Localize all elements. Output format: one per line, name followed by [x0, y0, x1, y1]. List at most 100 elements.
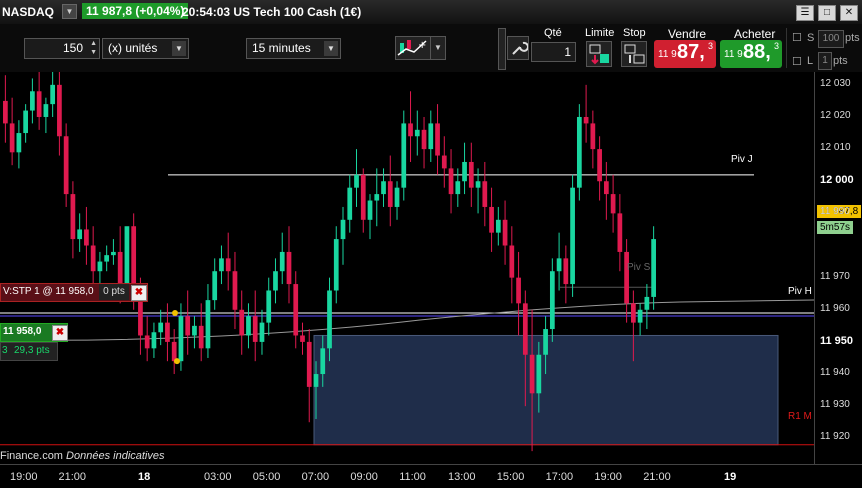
order-marker: [172, 309, 178, 316]
s-input[interactable]: 100: [818, 30, 844, 48]
candle-body: [610, 194, 616, 214]
candle-body: [225, 258, 231, 272]
candle-body: [583, 116, 589, 124]
position-line[interactable]: 11 958,0 ✖: [0, 323, 68, 342]
sell-label: Vendre: [668, 27, 707, 41]
candle-body: [603, 181, 609, 195]
quantity-stepper[interactable]: 150 ▲ ▼: [24, 38, 100, 59]
position-price: 11 958,0: [3, 326, 42, 337]
time-axis[interactable]: 19:00 21:00 18 03:00 05:00 07:00 09:00 11:00 13:…: [0, 464, 862, 488]
s-value: 100: [822, 33, 840, 44]
candle-body: [576, 116, 582, 188]
x-tick-label: 05:00: [252, 471, 281, 483]
candle-body: [111, 251, 116, 256]
position-info: 3 29,3 pts: [0, 342, 58, 361]
price-chart[interactable]: Piv J Piv H R1 M Piv S V:STP 1 @ 11 958,…: [0, 72, 815, 464]
x-tick-label: 15:00: [496, 471, 525, 483]
candle-body: [468, 161, 474, 188]
stop-order-line[interactable]: V:STP 1 @ 11 958,0 0 pts ✖: [0, 283, 148, 302]
candle-body: [489, 206, 494, 233]
svg-text:+: +: [418, 40, 426, 51]
candle-body: [104, 255, 110, 262]
symbol-name: NASDAQ: [2, 5, 55, 19]
timeframe-select[interactable]: 15 minutes ▼: [246, 38, 341, 59]
candle-body: [232, 271, 238, 310]
candle-body: [502, 219, 508, 246]
candle-body: [475, 181, 481, 188]
candle-body: [158, 322, 164, 333]
unit-select[interactable]: (x) unités ▼: [102, 38, 189, 59]
maximize-icon[interactable]: □: [818, 5, 836, 21]
menu-icon[interactable]: ☰: [796, 5, 814, 21]
limit-button[interactable]: [586, 41, 612, 67]
candle-body: [536, 354, 542, 394]
buy-price-suffix: 3: [774, 41, 780, 51]
candle-body: [293, 284, 299, 336]
buy-price-main: 88,: [743, 41, 771, 63]
candle-body: [441, 155, 447, 169]
indicators-dropdown-icon[interactable]: ▼: [430, 36, 446, 60]
x-tick-label: 19:00: [10, 471, 38, 483]
candle-body: [563, 258, 569, 285]
x-tick-label: 07:00: [301, 471, 330, 483]
symbol-menu-icon[interactable]: ▼: [62, 4, 77, 19]
qty-input[interactable]: 1: [531, 42, 576, 62]
candle-body: [313, 374, 319, 387]
y-tick-label: 11 950: [820, 334, 854, 347]
separator: [786, 28, 787, 68]
indicators-button[interactable]: +: [395, 36, 431, 60]
sell-button[interactable]: 11 9 87, 3: [654, 40, 716, 68]
l-input[interactable]: 1: [818, 52, 832, 70]
candle-body: [286, 251, 292, 285]
candle-body: [239, 309, 245, 336]
l-checkbox[interactable]: ☐: [792, 55, 802, 68]
l-value: 1: [822, 55, 828, 66]
candle-body: [556, 258, 562, 272]
candle-body: [43, 104, 49, 117]
candle-body: [516, 277, 521, 304]
candle-body: [462, 161, 467, 182]
candle-body: [16, 133, 22, 153]
settings-button[interactable]: [507, 36, 529, 60]
l-unit: pts: [833, 55, 848, 67]
price-change-badge: 11 987,8 (+0,04%): [82, 3, 189, 19]
candle-body: [522, 303, 528, 355]
candle-body: [381, 181, 386, 195]
footer-source: Finance.com: [0, 450, 63, 462]
y-tick-label: 12 000: [820, 174, 854, 187]
close-icon[interactable]: ✕: [840, 5, 858, 21]
pivot-j-label: Piv J: [731, 154, 753, 165]
candle-body: [246, 316, 251, 336]
candle-body: [340, 219, 346, 240]
candlestick-chart: [0, 72, 815, 452]
candle-body: [171, 341, 177, 362]
stop-button[interactable]: [621, 41, 647, 67]
candle-body: [300, 335, 305, 342]
x-tick-label: 19: [724, 471, 737, 483]
stop-order-label: V:STP 1 @ 11 958,0: [3, 286, 94, 297]
candle-body: [651, 239, 656, 297]
candle-body: [117, 251, 123, 285]
cancel-order-icon[interactable]: ✖: [131, 285, 147, 301]
candle-body: [97, 261, 103, 272]
candle-body: [50, 84, 56, 105]
price-axis[interactable]: 11 987,8 5m57s 12 030 12 020 12 010 12 000 1…: [814, 72, 862, 464]
instrument-info: 20:54:03 US Tech 100 Cash (1€): [182, 5, 362, 19]
y-tick-label: 12 030: [820, 77, 851, 89]
close-position-icon[interactable]: ✖: [52, 325, 68, 341]
stepper-arrows-icon[interactable]: ▲ ▼: [90, 39, 97, 57]
x-tick-label: 21:00: [643, 471, 671, 483]
candle-body: [70, 194, 76, 240]
candle-body: [185, 316, 191, 336]
sell-price-prefix: 11 9: [658, 49, 677, 60]
candle-body: [367, 200, 373, 220]
buy-button[interactable]: 11 9 88, 3: [720, 40, 782, 68]
data-footer: Finance.com Données indicatives: [0, 450, 165, 462]
x-tick-label: 21:00: [58, 471, 87, 483]
x-tick-label: 17:00: [545, 471, 574, 483]
s-checkbox[interactable]: ☐: [792, 31, 802, 44]
sell-price-main: 87,: [677, 41, 705, 63]
candle-body: [131, 226, 137, 291]
candle-body: [408, 123, 413, 137]
panel-handle[interactable]: [498, 28, 506, 70]
